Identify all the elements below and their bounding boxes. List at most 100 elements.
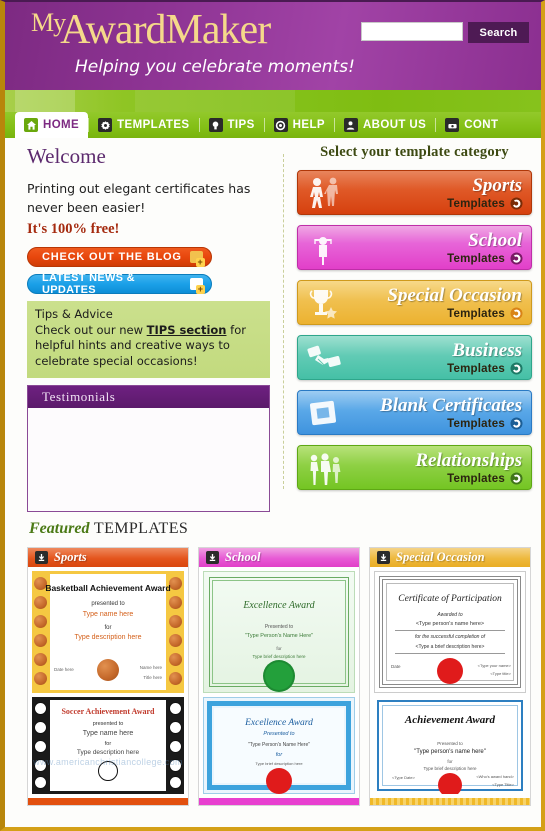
chevron-right-icon [510, 197, 523, 210]
cert-title-label: <Type Title> [492, 782, 514, 787]
template-thumbnail-excellence-blue[interactable]: Excellence Award Presented to "Type Pers… [203, 697, 355, 794]
download-icon[interactable] [35, 551, 48, 564]
cert-seal [98, 761, 118, 781]
featured-word: Featured [29, 520, 90, 537]
cert-seal [266, 768, 292, 794]
cert-name-field: Type name here [82, 730, 134, 737]
cert-date-label: Date here [54, 667, 74, 672]
category-name-blank-certificates: Blank Certificates [380, 395, 522, 416]
category-name-sports: Sports [472, 175, 522, 196]
featured-card-sports[interactable]: Sports Basketball Achievement Award pres… [27, 547, 189, 806]
cert-seal [437, 658, 463, 684]
family-icon [306, 451, 346, 487]
category-templates-label: Templates [447, 418, 505, 430]
featured-cards: Sports Basketball Achievement Award pres… [27, 547, 532, 806]
check-out-blog-button[interactable]: CHECK OUT THE BLOG [27, 246, 212, 267]
cert-desc-field: Type brief description here [255, 761, 303, 766]
template-thumbnail-participation[interactable]: Certificate of Participation Awarded to … [374, 571, 526, 693]
chevron-right-icon [510, 417, 523, 430]
site-logo[interactable]: MyAwardMaker [31, 6, 275, 54]
certificate-excellence-green: Excellence Award Presented to "Type Pers… [203, 571, 355, 693]
category-button-special-occasion[interactable]: Special Occasion Templates [297, 280, 532, 325]
category-name-school: School [468, 230, 522, 251]
category-button-sports[interactable]: Sports Templates [297, 170, 532, 215]
featured-templates-title: Featured TEMPLATES [29, 520, 188, 538]
search-input[interactable] [361, 22, 463, 41]
cert-presented-to: presented to [92, 721, 124, 727]
cert-name-label: <Type your name> [477, 663, 511, 668]
category-name-business: Business [452, 340, 522, 361]
download-icon[interactable] [377, 551, 390, 564]
nav-item-contact[interactable]: CONT [436, 112, 507, 138]
main-content: Welcome Printing out elegant certificate… [5, 138, 541, 544]
category-button-business[interactable]: Business Templates [297, 335, 532, 380]
blog-feed-icon [190, 250, 205, 267]
nav-label-about-us: ABOUT US [362, 119, 427, 131]
testimonials-panel: Testimonials [27, 385, 270, 513]
chevron-right-icon [510, 252, 523, 265]
certificate-basketball: Basketball Achievement Award presented t… [32, 571, 184, 693]
cert-title-label: Title here [143, 675, 162, 680]
download-icon[interactable] [206, 551, 219, 564]
blog-button-label: CHECK OUT THE BLOG [42, 250, 182, 263]
card-header-special-occasion: Special Occasion [370, 548, 530, 567]
chevron-right-icon [510, 362, 523, 375]
cert-name-field: <Type person's name here> [415, 621, 485, 627]
tips-section-link[interactable]: TIPS section [147, 323, 227, 337]
card-header-sports: Sports [28, 548, 188, 567]
cert-presented-to: Awarded to [437, 612, 463, 618]
cert-presented-to: Presented to [263, 731, 295, 737]
category-name-special-occasion: Special Occasion [387, 285, 522, 306]
cert-seal [97, 659, 119, 681]
right-column: Select your template category Sports Tem… [297, 144, 532, 500]
cert-for-label: for [275, 752, 283, 758]
cert-title: Excellence Award [245, 718, 313, 728]
category-button-relationships[interactable]: Relationships Templates [297, 445, 532, 490]
testimonials-heading: Testimonials [28, 386, 269, 409]
search-button[interactable]: Search [468, 22, 529, 43]
category-section-title: Select your template category [320, 144, 509, 160]
nav-item-about-us[interactable]: ABOUT US [335, 112, 435, 138]
certificate-excellence-blue: Excellence Award Presented to "Type Pers… [203, 697, 355, 794]
featured-card-special-occasion[interactable]: Special Occasion Certificate of Particip… [369, 547, 531, 806]
category-templates-label: Templates [447, 473, 505, 485]
logo-awardmaker: AwardMaker [60, 7, 271, 53]
news-window-icon [190, 277, 205, 294]
template-thumbnail-excellence-green[interactable]: Excellence Award Presented to "Type Pers… [203, 571, 355, 693]
tips-body: Check out our new TIPS section for helpf… [35, 323, 262, 371]
cert-seal [438, 773, 462, 794]
nav-label-help: HELP [292, 119, 325, 131]
chevron-right-icon [510, 472, 523, 485]
featured-card-school[interactable]: School Excellence Award Presented to "Ty… [198, 547, 360, 806]
tips-advice-box: Tips & Advice Check out our new TIPS sec… [27, 300, 270, 379]
nav-item-tips[interactable]: TIPS [200, 112, 264, 138]
category-button-school[interactable]: School Templates [297, 225, 532, 270]
news-button-label: LATEST NEWS & UPDATES [42, 271, 135, 296]
card-header-label: Special Occasion [396, 550, 485, 564]
nav-item-home[interactable]: HOME [15, 112, 89, 138]
card-header-school: School [199, 548, 359, 567]
category-templates-label: Templates [447, 363, 505, 375]
column-divider [283, 154, 284, 489]
cert-name-field: "Type Person's Name Here" [244, 633, 314, 639]
template-thumbnail-achievement[interactable]: Achievement Award Presented to "Type per… [374, 697, 526, 794]
templates-word: TEMPLATES [93, 520, 189, 537]
card-footer-bar [28, 798, 188, 805]
cert-for-label: for [104, 625, 112, 631]
nav-item-templates[interactable]: TEMPLATES [89, 112, 198, 138]
cert-desc-field: Type description here [74, 634, 142, 641]
tips-text-before: Check out our new [35, 322, 147, 337]
card-footer-bar [370, 798, 530, 805]
chevron-right-icon [510, 307, 523, 320]
card-header-label: Sports [54, 550, 87, 564]
certificate-participation: Certificate of Participation Awarded to … [374, 571, 526, 693]
cert-name-field: Type name here [82, 611, 134, 618]
trophy-star-icon [306, 286, 346, 322]
cert-title: Soccer Achievement Award [61, 707, 155, 716]
category-button-blank-certificates[interactable]: Blank Certificates Templates [297, 390, 532, 435]
nav-item-help[interactable]: HELP [265, 112, 334, 138]
template-thumbnail-basketball[interactable]: Basketball Achievement Award presented t… [32, 571, 184, 693]
certificate-soccer: Soccer Achievement Award presented to Ty… [32, 697, 184, 794]
latest-news-button[interactable]: LATEST NEWS & UPDATES [27, 271, 212, 296]
template-thumbnail-soccer[interactable]: Soccer Achievement Award presented to Ty… [32, 697, 184, 794]
